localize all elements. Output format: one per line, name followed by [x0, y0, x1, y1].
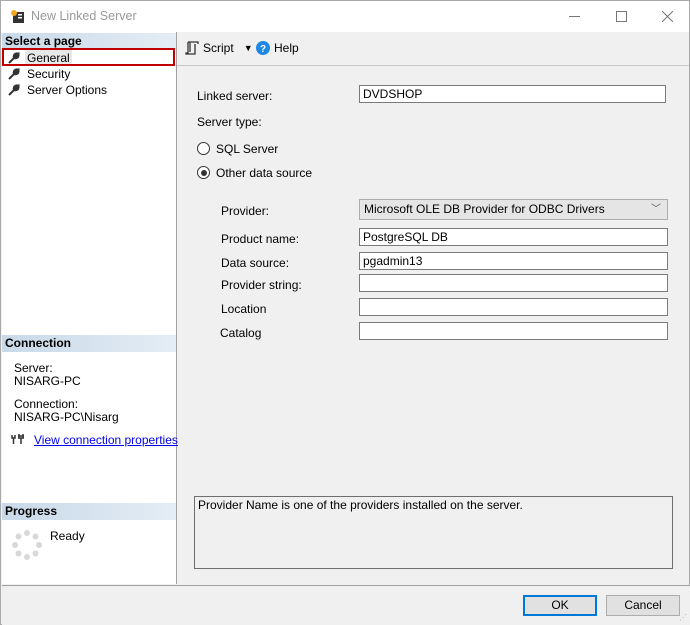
window-title: New Linked Server — [31, 9, 137, 23]
provider-label: Provider: — [221, 204, 270, 218]
maximize-button[interactable] — [598, 1, 644, 32]
title-bar: New Linked Server — [1, 1, 689, 32]
help-icon: ? — [256, 41, 270, 55]
script-button[interactable]: Script ▼ — [185, 41, 253, 55]
linked-server-label: Linked server: — [197, 89, 273, 103]
other-data-source-radio[interactable] — [197, 166, 210, 179]
app-icon — [11, 10, 24, 23]
svg-text:?: ? — [260, 44, 266, 55]
script-icon — [185, 41, 199, 55]
linked-server-input[interactable]: DVDSHOP — [359, 85, 666, 103]
provider-select[interactable]: Microsoft OLE DB Provider for ODBC Drive… — [359, 199, 668, 220]
left-pane: Select a page General Security Server Op… — [2, 32, 177, 584]
plug-icon — [11, 434, 24, 444]
progress-status: Ready — [50, 529, 85, 543]
help-label: Help — [274, 41, 299, 55]
chevron-down-icon: ﹀ — [651, 204, 661, 215]
minimize-button[interactable] — [551, 1, 597, 32]
selected-page-highlight — [2, 48, 175, 66]
minimize-icon — [568, 16, 580, 17]
wrench-icon — [8, 84, 20, 96]
provider-selected-value: Microsoft OLE DB Provider for ODBC Drive… — [364, 202, 605, 216]
sql-server-radio-label[interactable]: SQL Server — [216, 142, 278, 156]
progress-header: Progress — [2, 503, 176, 520]
provider-string-label: Provider string: — [221, 278, 302, 292]
data-source-label: Data source: — [221, 256, 290, 270]
connection-label: Connection: — [14, 397, 79, 411]
data-source-input[interactable]: pgadmin13 — [359, 252, 668, 270]
cancel-button[interactable]: Cancel — [606, 595, 680, 616]
page-item-label: Security — [27, 67, 71, 81]
wrench-icon — [8, 68, 20, 80]
page-item-server-options[interactable]: Server Options — [8, 82, 109, 98]
ok-button[interactable]: OK — [523, 595, 597, 616]
product-name-label: Product name: — [221, 232, 300, 246]
description-box: Provider Name is one of the providers in… — [194, 496, 673, 569]
toolbar: Script ▼ ? Help — [177, 32, 689, 66]
other-data-source-radio-label[interactable]: Other data source — [216, 166, 312, 180]
connection-value: NISARG-PC\Nisarg — [14, 410, 119, 424]
connection-header: Connection — [2, 335, 176, 352]
help-button[interactable]: ? Help — [256, 41, 299, 55]
view-connection-properties-link[interactable]: View connection properties — [34, 433, 178, 447]
page-item-security[interactable]: Security — [8, 66, 72, 82]
close-icon — [661, 11, 673, 22]
location-input[interactable] — [359, 298, 668, 316]
script-label: Script — [203, 41, 234, 55]
product-name-input[interactable]: PostgreSQL DB — [359, 228, 668, 246]
script-dropdown-icon[interactable]: ▼ — [244, 43, 253, 53]
page-item-label: Server Options — [27, 83, 108, 97]
server-type-label: Server type: — [197, 115, 262, 129]
server-label: Server: — [14, 361, 53, 375]
location-label: Location — [221, 302, 267, 316]
close-button[interactable] — [644, 1, 690, 32]
sql-server-radio[interactable] — [197, 142, 210, 155]
progress-spinner-icon — [12, 530, 42, 560]
resize-grip-icon[interactable]: ⋰ — [679, 613, 687, 622]
maximize-icon — [615, 11, 627, 22]
new-linked-server-dialog: New Linked Server Select a page General … — [0, 0, 690, 625]
catalog-label: Catalog — [220, 326, 262, 340]
provider-string-input[interactable] — [359, 274, 668, 292]
server-value: NISARG-PC — [14, 374, 81, 388]
catalog-input[interactable] — [359, 322, 668, 340]
